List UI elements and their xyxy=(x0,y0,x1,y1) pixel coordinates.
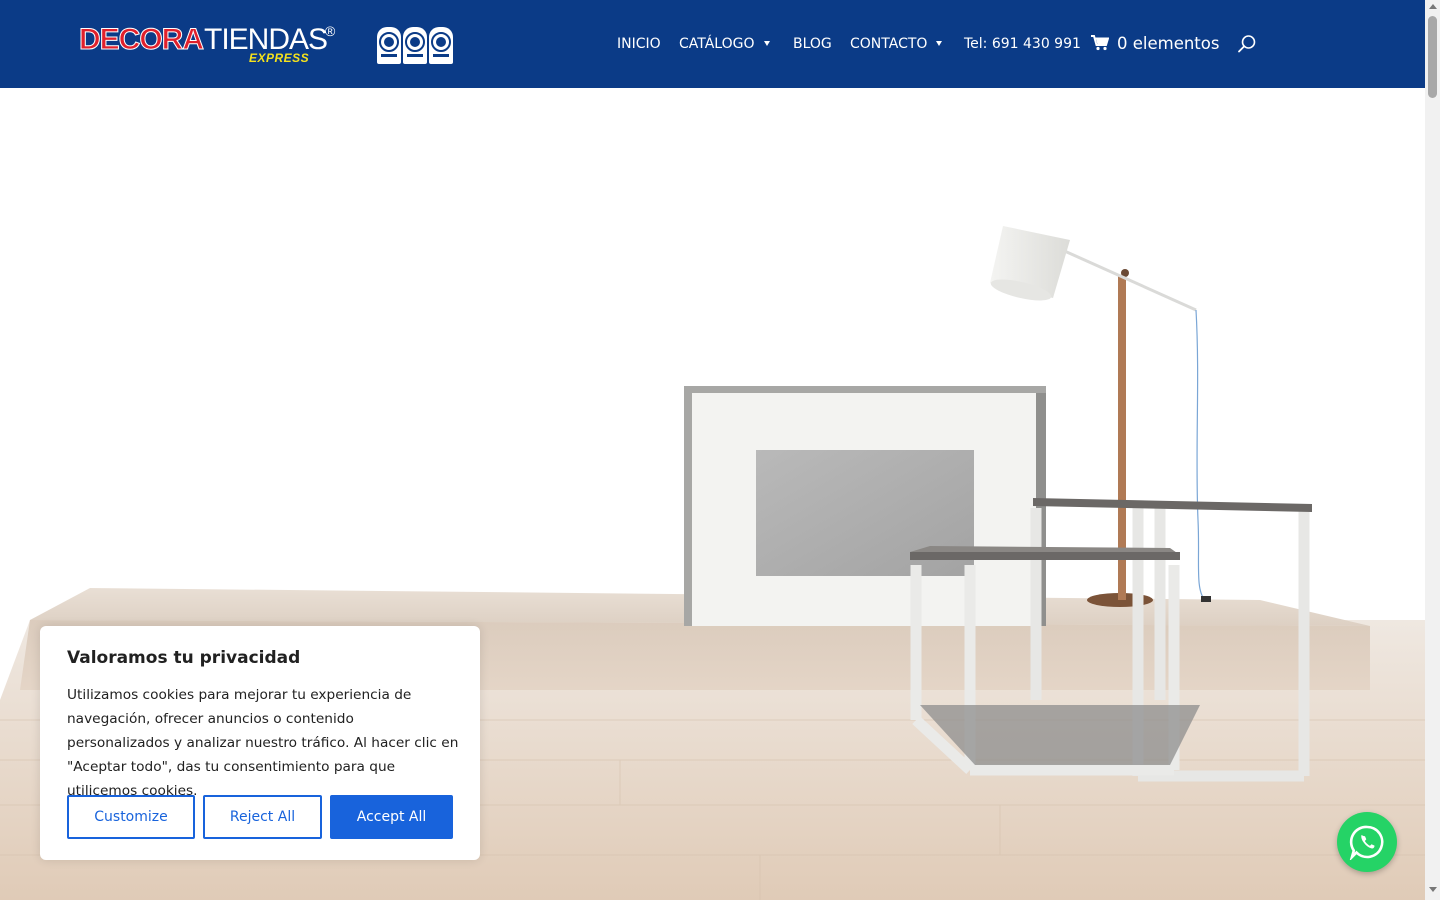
logo-registered-mark: ® xyxy=(325,23,336,39)
nav-inicio[interactable]: INICIO xyxy=(617,33,661,55)
nav-catalogo-label: CATÁLOGO xyxy=(679,36,755,52)
nav-telephone[interactable]: Tel: 691 430 991 xyxy=(964,33,1081,55)
nav-contacto[interactable]: CONTACTO xyxy=(850,33,943,55)
logo-text-express: EXPRESS xyxy=(249,51,310,65)
page-scrollbar[interactable] xyxy=(1425,0,1440,900)
search-button[interactable] xyxy=(1237,34,1257,54)
logo-text-decora: DECORA xyxy=(78,23,204,56)
customize-button[interactable]: Customize xyxy=(67,795,195,839)
scrollbar-thumb[interactable] xyxy=(1428,16,1437,98)
nav-catalogo[interactable]: CATÁLOGO xyxy=(679,33,770,55)
chevron-down-icon xyxy=(936,40,943,46)
iso-14001-badge xyxy=(429,27,453,64)
search-icon xyxy=(1238,35,1256,53)
cart-icon xyxy=(1091,34,1110,50)
site-logo[interactable]: DECORA TIENDAS ® EXPRESS xyxy=(78,23,339,66)
whatsapp-icon xyxy=(1349,825,1384,860)
accept-all-button[interactable]: Accept All xyxy=(330,795,453,839)
whatsapp-chat-button[interactable] xyxy=(1337,812,1397,872)
scroll-down-arrow-icon[interactable] xyxy=(1429,887,1437,892)
cart-link[interactable]: 0 elementos xyxy=(1091,33,1219,55)
reject-all-button[interactable]: Reject All xyxy=(203,795,322,839)
scroll-up-arrow-icon[interactable] xyxy=(1429,4,1437,9)
iso-9001-badge xyxy=(403,27,427,64)
site-header: DECORA TIENDAS ® EXPRESS INICIO CATÁLOGO… xyxy=(0,0,1425,88)
cookie-banner-text: Utilizamos cookies para mejorar tu exper… xyxy=(67,687,459,799)
cart-count-label: 0 elementos xyxy=(1117,34,1220,53)
iso-45001-badge xyxy=(377,27,401,64)
certification-badges xyxy=(377,27,453,64)
nav-contacto-label: CONTACTO xyxy=(850,36,928,52)
cookie-consent-banner: Valoramos tu privacidad Utilizamos cooki… xyxy=(40,626,480,860)
chevron-down-icon xyxy=(763,40,770,46)
cookie-banner-title: Valoramos tu privacidad xyxy=(67,648,301,668)
nav-blog[interactable]: BLOG xyxy=(793,33,832,55)
